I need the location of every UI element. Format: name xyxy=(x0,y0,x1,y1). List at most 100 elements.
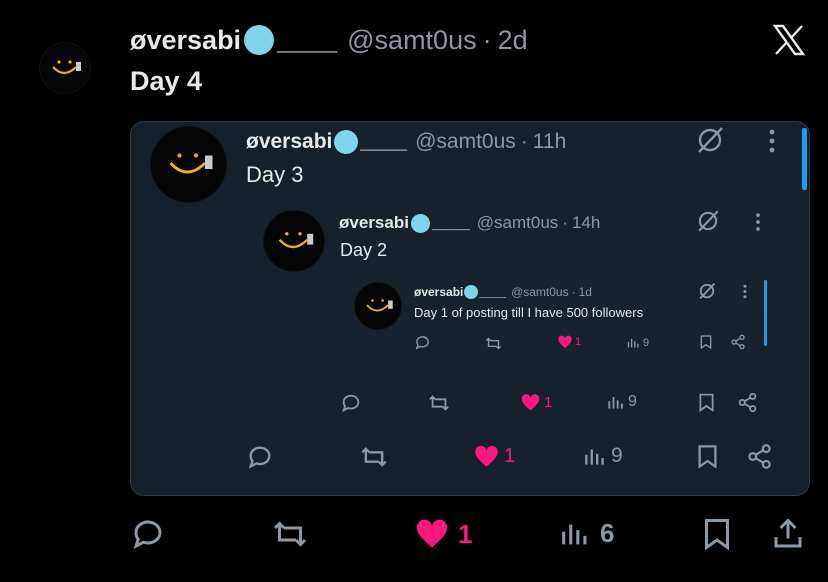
share-button[interactable] xyxy=(737,392,758,413)
x-logo-icon[interactable] xyxy=(772,24,806,56)
repost-icon xyxy=(361,447,387,467)
separator-dot: · xyxy=(482,24,492,55)
bookmark-button[interactable] xyxy=(698,334,714,350)
timestamp[interactable]: 11h xyxy=(533,130,566,154)
like-button[interactable]: 1 xyxy=(414,516,472,552)
timestamp[interactable]: 14h xyxy=(572,213,600,233)
share-icon xyxy=(738,392,757,413)
view-count: 9 xyxy=(611,444,623,467)
like-count: 1 xyxy=(544,394,553,411)
handle[interactable]: @samt0us xyxy=(477,213,559,233)
display-name[interactable]: øversabi xyxy=(130,25,241,56)
bookmark-icon xyxy=(699,393,714,413)
quote-header: øversabi ____ @samt0us · 1d xyxy=(414,283,592,301)
avatar[interactable] xyxy=(40,43,90,93)
reply-icon xyxy=(133,520,162,549)
upload-icon xyxy=(774,518,802,548)
reply-button[interactable] xyxy=(414,334,431,351)
like-button[interactable]: 1 xyxy=(473,443,515,470)
cold-face-emoji-icon xyxy=(464,285,479,299)
bookmark-icon xyxy=(705,519,729,551)
handle[interactable]: @samt0us xyxy=(347,25,476,56)
like-count: 1 xyxy=(575,336,582,348)
repost-button[interactable] xyxy=(359,443,389,471)
avatar[interactable] xyxy=(355,283,401,329)
reply-icon xyxy=(415,336,429,350)
heart-icon xyxy=(416,519,448,548)
like-button[interactable]: 1 xyxy=(520,392,552,413)
separator-dot: · xyxy=(520,130,528,153)
handle[interactable]: @samt0us xyxy=(415,130,516,154)
views-icon xyxy=(585,449,604,465)
timestamp[interactable]: 1d xyxy=(579,285,592,299)
repost-button[interactable] xyxy=(485,335,502,352)
view-count: 9 xyxy=(628,393,637,410)
bookmark-icon xyxy=(698,445,717,469)
bookmark-button[interactable] xyxy=(694,443,721,470)
views-button[interactable]: 9 xyxy=(582,443,623,469)
avatar[interactable] xyxy=(151,127,226,202)
reply-button[interactable] xyxy=(130,516,166,552)
post-text: Day 2 xyxy=(340,240,388,260)
grok-icon[interactable] xyxy=(694,124,726,156)
view-count: 6 xyxy=(600,517,615,548)
reply-icon xyxy=(342,394,360,413)
grok-icon[interactable] xyxy=(695,208,721,234)
display-name-suffix: ____ xyxy=(360,130,408,153)
heart-icon xyxy=(475,445,498,467)
post-text: Day 4 xyxy=(130,66,203,96)
like-count: 1 xyxy=(458,518,473,549)
cold-face-emoji-icon xyxy=(244,25,275,55)
views-button[interactable]: 9 xyxy=(626,335,649,350)
display-name-suffix: ____ xyxy=(277,24,338,55)
display-name[interactable]: øversabi xyxy=(339,213,409,233)
views-icon xyxy=(608,397,623,409)
views-button[interactable]: 9 xyxy=(606,392,637,412)
repost-icon xyxy=(429,395,449,411)
repost-icon xyxy=(485,337,502,350)
repost-button[interactable] xyxy=(428,392,450,414)
views-icon xyxy=(627,338,639,348)
views-icon xyxy=(562,524,587,545)
post-text: Day 1 of posting till I have 500 followe… xyxy=(414,305,644,320)
scrollbar[interactable] xyxy=(764,280,767,346)
cold-face-emoji-icon xyxy=(334,130,359,154)
upload-button[interactable] xyxy=(770,516,806,552)
quote-header: øversabi ____ @samt0us · 11h xyxy=(246,128,566,156)
repost-button[interactable] xyxy=(271,516,309,552)
display-name[interactable]: øversabi xyxy=(246,130,332,154)
grok-icon[interactable] xyxy=(697,281,717,301)
separator-dot: · xyxy=(562,213,568,232)
reply-icon xyxy=(248,446,271,469)
timestamp[interactable]: 2d xyxy=(498,25,528,56)
view-count: 9 xyxy=(643,336,650,349)
post-text: Day 3 xyxy=(246,162,304,187)
repost-icon xyxy=(273,521,307,547)
display-name[interactable]: øversabi xyxy=(414,285,463,299)
more-icon[interactable] xyxy=(754,212,762,232)
handle[interactable]: @samt0us xyxy=(511,285,569,299)
avatar[interactable] xyxy=(264,211,324,271)
cold-face-emoji-icon xyxy=(410,213,430,233)
share-icon xyxy=(748,444,771,469)
bookmark-button[interactable] xyxy=(699,516,735,552)
views-button[interactable]: 6 xyxy=(558,516,614,550)
bookmark-button[interactable] xyxy=(696,392,717,413)
quote-header: øversabi ____ @samt0us · 14h xyxy=(339,211,600,235)
more-icon[interactable] xyxy=(767,128,777,154)
scrollbar[interactable] xyxy=(802,128,807,190)
share-button[interactable] xyxy=(730,334,746,350)
share-icon xyxy=(731,334,745,350)
heart-icon xyxy=(558,335,572,348)
like-button[interactable]: 1 xyxy=(557,334,581,350)
share-button[interactable] xyxy=(746,443,773,470)
separator-dot: · xyxy=(571,285,576,299)
display-name-suffix: ____ xyxy=(431,213,470,232)
more-icon[interactable] xyxy=(742,284,748,299)
bookmark-icon xyxy=(700,335,712,350)
reply-button[interactable] xyxy=(340,392,362,414)
like-count: 1 xyxy=(504,445,516,467)
heart-icon xyxy=(521,394,540,411)
reply-button[interactable] xyxy=(246,443,274,471)
display-name-suffix: ____ xyxy=(479,285,507,299)
